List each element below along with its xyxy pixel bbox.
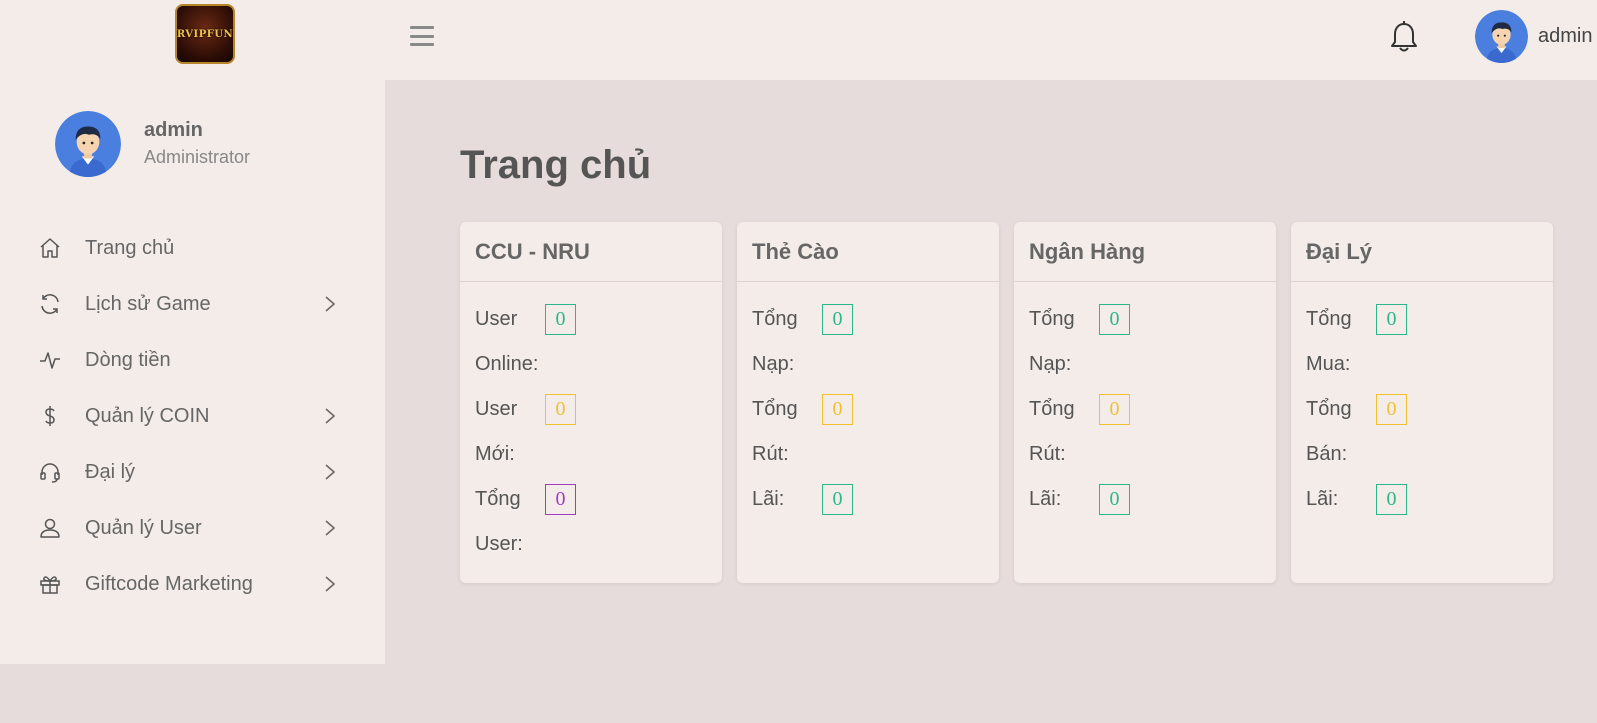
header-user-menu[interactable]: admin <box>1475 8 1592 64</box>
sidebar-item-home[interactable]: Trang chủ <box>0 220 385 276</box>
user-icon <box>40 518 60 538</box>
logo-text: RVIPFUN <box>176 28 234 40</box>
sidebar-item-label: Quản lý User <box>85 516 202 539</box>
refresh-icon <box>41 294 59 314</box>
card-title: CCU - NRU <box>460 222 722 282</box>
sidebar-item-label: Giftcode Marketing <box>85 572 253 595</box>
stat-label: Nạp: <box>1029 352 1072 375</box>
stat-value-badge: 0 <box>1376 393 1407 425</box>
card-title: Đại Lý <box>1291 222 1553 282</box>
dollar-icon <box>45 406 55 426</box>
avatar <box>55 111 121 177</box>
brand-logo[interactable]: RVIPFUN <box>175 4 235 64</box>
stat-label: User <box>475 397 518 420</box>
sidebar-user-name: admin <box>144 119 203 141</box>
sidebar-item-user-management[interactable]: Quản lý User <box>0 500 385 556</box>
stat-label: User: <box>475 532 523 555</box>
chevron-right-icon <box>325 576 336 592</box>
sidebar-profile: admin Administrator <box>55 111 250 177</box>
gift-icon <box>40 576 60 594</box>
stat-label: Bán: <box>1306 442 1348 465</box>
sidebar-menu: Trang chủ Lịch sử Game Dòng tiền Quản lý… <box>0 220 385 612</box>
top-header: RVIPFUN admin <box>0 0 1597 80</box>
sidebar-item-agents[interactable]: Đại lý <box>0 444 385 500</box>
stat-label: Tổng <box>1306 397 1352 420</box>
stat-value-badge: 0 <box>1099 393 1130 425</box>
stat-label: Tổng <box>1029 397 1075 420</box>
sidebar-item-coin-management[interactable]: Quản lý COIN <box>0 388 385 444</box>
sidebar-item-giftcode-marketing[interactable]: Giftcode Marketing <box>0 556 385 612</box>
stat-label: Mua: <box>1306 352 1351 375</box>
sidebar-item-label: Dòng tiền <box>85 348 171 371</box>
stats-card-the-cao: Thẻ Cào Tổng 0 Nạp: Tổng 0 Rút: Lãi: 0 <box>737 222 999 583</box>
stat-label: Lãi: <box>752 487 785 510</box>
stat-label: Rút: <box>1029 442 1066 465</box>
menu-toggle-icon[interactable] <box>410 26 434 46</box>
stat-label: Lãi: <box>1306 487 1339 510</box>
sidebar-item-label: Lịch sử Game <box>85 292 211 315</box>
stat-label: Tổng <box>475 487 521 510</box>
sidebar-item-label: Quản lý COIN <box>85 404 210 427</box>
stat-label: User <box>475 307 518 330</box>
stat-label: Tổng <box>752 397 798 420</box>
page-title: Trang chủ <box>460 143 652 187</box>
card-title: Thẻ Cào <box>737 222 999 282</box>
sidebar-item-cash-flow[interactable]: Dòng tiền <box>0 332 385 388</box>
headset-icon <box>40 463 60 483</box>
chevron-right-icon <box>325 408 336 424</box>
sidebar-user-role: Administrator <box>144 147 251 167</box>
sidebar-item-label: Trang chủ <box>85 236 175 259</box>
stat-value-badge: 0 <box>1376 303 1407 335</box>
stat-label: Nạp: <box>752 352 795 375</box>
stat-value-badge: 0 <box>545 393 576 425</box>
stats-card-ngan-hang: Ngân Hàng Tổng 0 Nạp: Tổng 0 Rút: Lãi: 0 <box>1014 222 1276 583</box>
home-icon <box>40 238 60 258</box>
stat-value-badge: 0 <box>822 393 853 425</box>
stat-value-badge: 0 <box>1099 483 1130 515</box>
sidebar-item-label: Đại lý <box>85 460 136 483</box>
chevron-right-icon <box>325 296 336 312</box>
stat-label: Lãi: <box>1029 487 1062 510</box>
stat-value-badge: 0 <box>822 303 853 335</box>
stat-value-badge: 0 <box>545 483 576 515</box>
stat-value-badge: 0 <box>545 303 576 335</box>
sidebar: admin Administrator Trang chủ Lịch sử Ga… <box>0 80 385 664</box>
avatar <box>1475 9 1528 63</box>
stats-card-dai-ly: Đại Lý Tổng 0 Mua: Tổng 0 Bán: Lãi: 0 <box>1291 222 1553 583</box>
chevron-right-icon <box>325 464 336 480</box>
header-user-name: admin <box>1538 24 1593 47</box>
stat-value-badge: 0 <box>822 483 853 515</box>
sidebar-item-game-history[interactable]: Lịch sử Game <box>0 276 385 332</box>
stat-label: Online: <box>475 352 539 375</box>
chevron-right-icon <box>325 520 336 536</box>
pulse-icon <box>40 352 60 369</box>
stat-value-badge: 0 <box>1099 303 1130 335</box>
stat-label: Tổng <box>752 307 798 330</box>
stats-card-ccu-nru: CCU - NRU User 0 Online: User 0 Mới: Tổn… <box>460 222 722 583</box>
stat-label: Tổng <box>1306 307 1352 330</box>
stat-value-badge: 0 <box>1376 483 1407 515</box>
card-title: Ngân Hàng <box>1014 222 1276 282</box>
stat-label: Tổng <box>1029 307 1075 330</box>
stat-label: Rút: <box>752 442 789 465</box>
bell-icon[interactable] <box>1389 20 1419 54</box>
stat-label: Mới: <box>475 442 515 465</box>
